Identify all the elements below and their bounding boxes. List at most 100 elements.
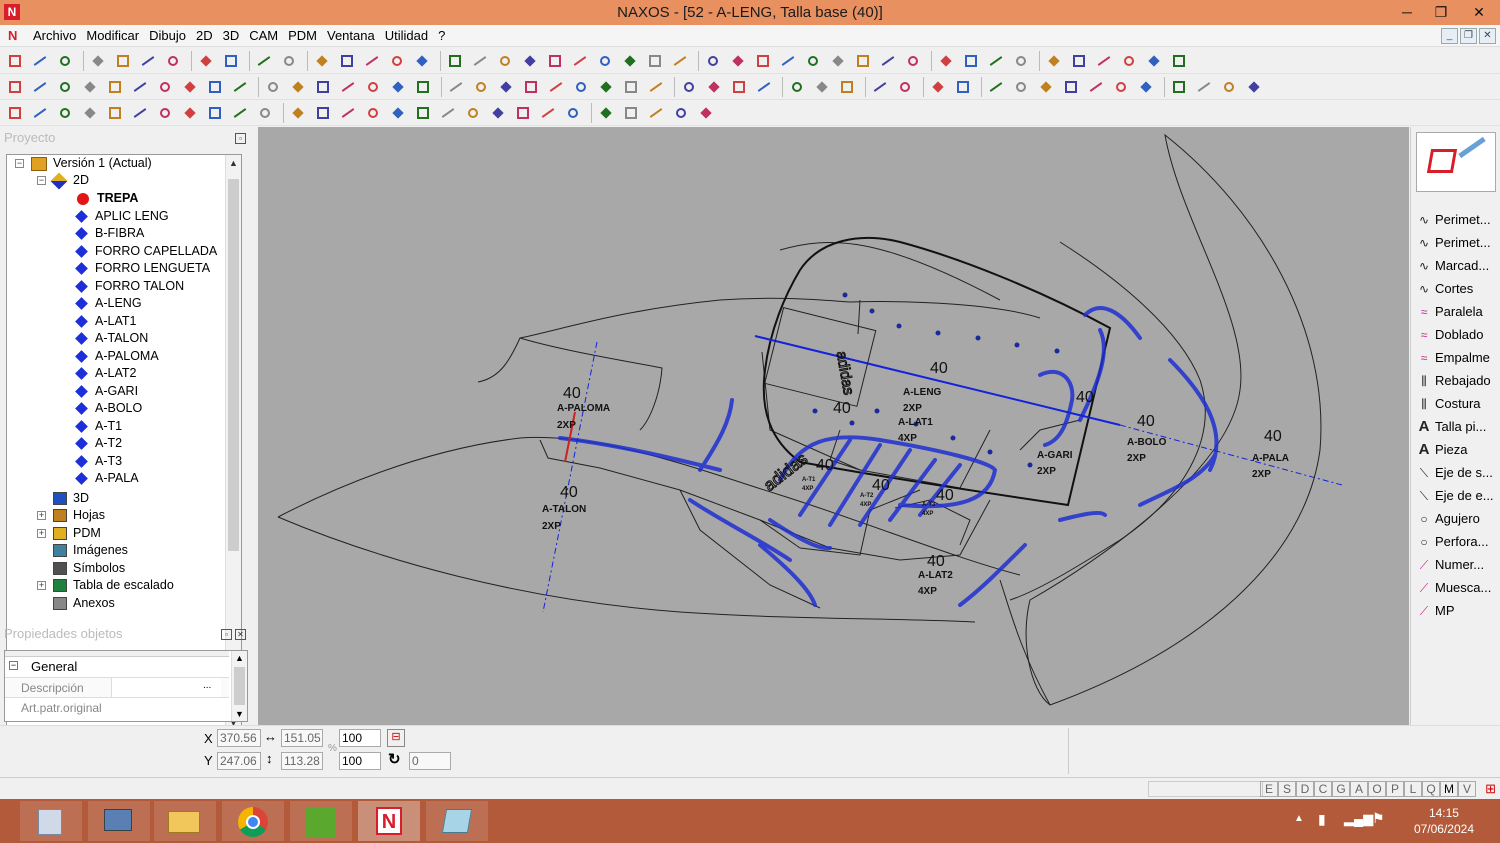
new-icon[interactable] bbox=[6, 52, 24, 70]
circle-icon[interactable] bbox=[496, 52, 514, 70]
blob-icon[interactable] bbox=[1137, 78, 1155, 96]
status-toggle-e[interactable]: E bbox=[1260, 781, 1278, 797]
tree-version-node[interactable]: Versión 1 (Actual) bbox=[31, 155, 152, 172]
box-icon[interactable] bbox=[1062, 78, 1080, 96]
split-icon[interactable] bbox=[181, 104, 199, 122]
tree-node-0[interactable]: 3D bbox=[53, 490, 89, 507]
menu-3d[interactable]: 3D bbox=[223, 28, 247, 43]
open-icon[interactable] bbox=[31, 52, 49, 70]
ellipsis-button[interactable]: ... bbox=[203, 680, 211, 691]
pointer-icon[interactable] bbox=[672, 104, 690, 122]
hand-icon[interactable] bbox=[854, 52, 872, 70]
menu-pdm[interactable]: PDM bbox=[288, 28, 324, 43]
shape-icon[interactable] bbox=[621, 52, 639, 70]
calculator-taskbar-icon[interactable] bbox=[20, 801, 82, 841]
tree-piece-item[interactable]: A-TALON bbox=[75, 330, 148, 347]
arc-icon[interactable] bbox=[546, 52, 564, 70]
naxos-taskbar-icon[interactable]: N bbox=[358, 801, 420, 841]
dots-icon[interactable] bbox=[206, 78, 224, 96]
pin-icon[interactable]: ▫ bbox=[221, 629, 232, 640]
tree-node-6[interactable]: Anexos bbox=[53, 595, 115, 612]
tool-button-perimet[interactable]: ∿ Perimet... bbox=[1415, 233, 1499, 253]
scale-icon[interactable] bbox=[339, 78, 357, 96]
y-coordinate-field[interactable]: 247.06 bbox=[217, 752, 261, 770]
tree-piece-item[interactable]: A-LAT2 bbox=[75, 365, 136, 382]
node-icon[interactable] bbox=[904, 52, 922, 70]
gear-icon[interactable] bbox=[1195, 78, 1213, 96]
tree-scrollbar[interactable]: ▲ ▼ bbox=[225, 155, 241, 731]
arrowx-icon[interactable] bbox=[339, 104, 357, 122]
snap-icon[interactable] bbox=[596, 52, 614, 70]
status-toggle-q[interactable]: Q bbox=[1422, 781, 1440, 797]
width-field[interactable]: 151.05 bbox=[281, 729, 323, 747]
scale-x-field[interactable]: 100 bbox=[339, 729, 381, 747]
tool-button-ejedes[interactable]: ⟍ Eje de s... bbox=[1415, 463, 1499, 483]
move-icon[interactable] bbox=[131, 104, 149, 122]
tool-button-ejedee[interactable]: ⟍ Eje de e... bbox=[1415, 486, 1499, 506]
restore-button[interactable]: ❐ bbox=[1424, 0, 1458, 25]
anchor-icon[interactable] bbox=[389, 104, 407, 122]
pin-icon[interactable]: ▫ bbox=[235, 133, 246, 144]
minimize-button[interactable]: ─ bbox=[1390, 0, 1424, 25]
tree-piece-item[interactable]: A-GARI bbox=[75, 383, 138, 400]
wave-icon[interactable] bbox=[729, 52, 747, 70]
settings-icon[interactable] bbox=[89, 52, 107, 70]
save-icon[interactable] bbox=[56, 52, 74, 70]
window-icon[interactable] bbox=[1087, 78, 1105, 96]
grid-icon[interactable] bbox=[539, 104, 557, 122]
status-toggle-g[interactable]: G bbox=[1332, 781, 1350, 797]
tool-button-numer[interactable]: ⟋ Numer... bbox=[1415, 555, 1499, 575]
node-icon[interactable] bbox=[464, 104, 482, 122]
lock-ratio-button[interactable]: ⊟ bbox=[387, 729, 405, 747]
zoom-in-icon[interactable] bbox=[1045, 52, 1063, 70]
clock[interactable]: 14:15 07/06/2024 bbox=[1414, 805, 1474, 837]
network-icon[interactable]: ▂▄▆ bbox=[1344, 811, 1373, 827]
collapse-icon[interactable]: − bbox=[15, 159, 24, 168]
plus-icon[interactable] bbox=[106, 104, 124, 122]
ruler-icon[interactable] bbox=[1120, 52, 1138, 70]
rotate-icon[interactable]: ↻ bbox=[388, 750, 401, 768]
zoom-fit-icon[interactable] bbox=[1095, 52, 1113, 70]
arrows-icon[interactable] bbox=[838, 78, 856, 96]
line-icon[interactable] bbox=[447, 78, 465, 96]
status-toggle-l[interactable]: L bbox=[1404, 781, 1422, 797]
node-icon[interactable] bbox=[514, 104, 532, 122]
select-icon[interactable] bbox=[388, 52, 406, 70]
pen-icon[interactable] bbox=[522, 78, 540, 96]
blob-icon[interactable] bbox=[1112, 78, 1130, 96]
arc-icon[interactable] bbox=[56, 78, 74, 96]
tool-button-muesca[interactable]: ⟋ Muesca... bbox=[1415, 578, 1499, 598]
mdi-close-button[interactable]: ✕ bbox=[1479, 28, 1496, 44]
redo-icon[interactable] bbox=[164, 52, 182, 70]
diamond-icon[interactable] bbox=[987, 78, 1005, 96]
pen-icon[interactable] bbox=[987, 52, 1005, 70]
cut-icon[interactable] bbox=[314, 78, 332, 96]
arc-icon[interactable] bbox=[6, 78, 24, 96]
cross-icon[interactable] bbox=[338, 52, 356, 70]
tree-piece-item[interactable]: A-LENG bbox=[75, 295, 142, 312]
diamond-icon[interactable] bbox=[363, 52, 381, 70]
menu-ventana[interactable]: Ventana bbox=[327, 28, 382, 43]
tree-node-2[interactable]: PDM bbox=[53, 525, 101, 542]
collapse-icon[interactable]: − bbox=[37, 176, 46, 185]
status-toggle-c[interactable]: C bbox=[1314, 781, 1332, 797]
curve-icon[interactable] bbox=[446, 52, 464, 70]
align-icon[interactable] bbox=[1037, 78, 1055, 96]
arc-icon[interactable] bbox=[81, 78, 99, 96]
tool-button-marcad[interactable]: ∿ Marcad... bbox=[1415, 256, 1499, 276]
paint-icon[interactable] bbox=[280, 52, 298, 70]
tree-piece-item[interactable]: TREPA bbox=[77, 190, 138, 207]
stack-icon[interactable] bbox=[937, 52, 955, 70]
grid-icon[interactable] bbox=[414, 104, 432, 122]
tree-piece-item[interactable]: FORRO CAPELLADA bbox=[75, 243, 217, 260]
tool-button-doblado[interactable]: ≈ Doblado bbox=[1415, 325, 1499, 345]
tree-2d-node[interactable]: 2D bbox=[50, 172, 89, 190]
diamond-icon[interactable] bbox=[1012, 78, 1030, 96]
tool-button-mp[interactable]: ⟋ MP bbox=[1415, 601, 1499, 621]
tree-node-5[interactable]: Tabla de escalado bbox=[53, 577, 174, 594]
mirror-icon[interactable] bbox=[364, 78, 382, 96]
tool-button-empalme[interactable]: ≈ Empalme bbox=[1415, 348, 1499, 368]
tree-piece-item[interactable]: A-T1 bbox=[75, 418, 122, 435]
tool-button-pieza[interactable]: A Pieza bbox=[1415, 440, 1499, 460]
tool-button-agujero[interactable]: ○ Agujero bbox=[1415, 509, 1499, 529]
